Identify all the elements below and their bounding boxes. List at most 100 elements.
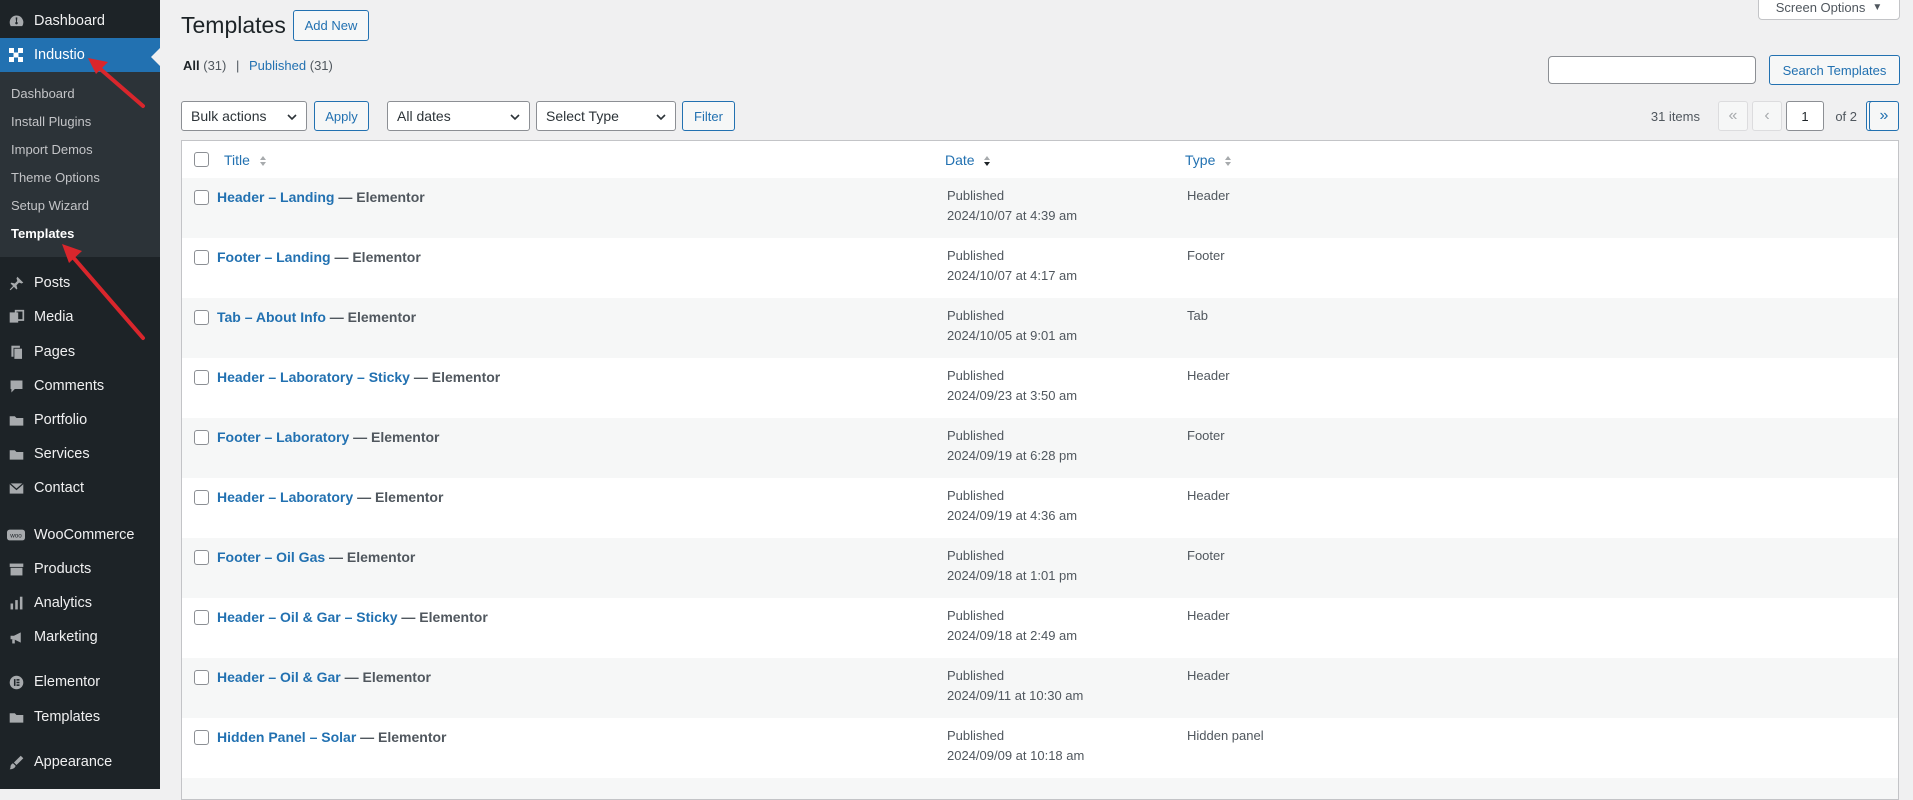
apply-button[interactable]: Apply — [314, 101, 369, 131]
view-all[interactable]: All — [183, 58, 200, 73]
type-select[interactable]: Select Type — [536, 101, 676, 131]
select-all-checkbox[interactable] — [194, 152, 209, 167]
column-date[interactable]: Date — [945, 152, 991, 168]
view-separator: | — [236, 58, 240, 73]
row-status: Published — [947, 728, 1005, 743]
sidebar-item-comments[interactable]: Comments — [0, 369, 160, 403]
sidebar-item-woocommerce[interactable]: woo WooCommerce — [0, 518, 160, 552]
row-type: Header — [1187, 488, 1230, 503]
screen-options-button[interactable]: Screen Options ▼ — [1758, 0, 1900, 20]
row-status: Published — [947, 248, 1005, 263]
submenu-item-setup-wizard[interactable]: Setup Wizard — [11, 198, 89, 213]
chevron-down-icon — [510, 114, 520, 121]
row-title-link[interactable]: Tab – About Info — [217, 309, 326, 325]
row-type: Header — [1187, 188, 1230, 203]
sidebar-item-analytics[interactable]: Analytics — [0, 586, 160, 620]
sort-icon — [259, 156, 266, 167]
row-type: Footer — [1187, 428, 1225, 443]
row-status: Published — [947, 548, 1005, 563]
archive-icon — [7, 560, 25, 578]
row-title-suffix: — Elementor — [344, 669, 431, 685]
row-title-link[interactable]: Header – Landing — [217, 189, 334, 205]
bulk-actions-select[interactable]: Bulk actions — [181, 101, 307, 131]
row-title-suffix: — Elementor — [413, 369, 501, 385]
submenu-item-theme-options[interactable]: Theme Options — [11, 170, 100, 185]
sidebar-item-dashboard[interactable]: Dashboard — [0, 4, 160, 38]
search-templates-button[interactable]: Search Templates — [1769, 55, 1900, 85]
sidebar-item-label: Industio — [34, 47, 85, 63]
row-checkbox[interactable] — [194, 250, 209, 265]
row-title-suffix: — Elementor — [357, 489, 444, 505]
row-title-link[interactable]: Footer – Oil Gas — [217, 549, 325, 565]
sidebar-item-label: Media — [34, 309, 74, 325]
column-title[interactable]: Title — [224, 152, 267, 168]
sidebar-item-elementor[interactable]: Elementor — [0, 665, 160, 699]
row-title-link[interactable]: Footer – Laboratory — [217, 429, 349, 445]
row-status: Published — [947, 308, 1005, 323]
row-title-link[interactable]: Header – Oil & Gar – Sticky — [217, 609, 398, 625]
media-icon — [7, 308, 25, 326]
row-title-link[interactable]: Footer – Landing — [217, 249, 331, 265]
row-type: Hidden panel — [1187, 728, 1264, 743]
svg-text:woo: woo — [9, 533, 22, 540]
templates-table: Title Date Type Header – Landing — Eleme… — [181, 140, 1899, 800]
sidebar-item-services[interactable]: Services — [0, 437, 160, 471]
row-type: Header — [1187, 368, 1230, 383]
sidebar-item-pages[interactable]: Pages — [0, 335, 160, 369]
sidebar-item-templates[interactable]: Templates — [0, 700, 160, 734]
submenu-item-install-plugins[interactable]: Install Plugins — [11, 114, 91, 129]
sidebar-item-marketing[interactable]: Marketing — [0, 620, 160, 654]
column-type[interactable]: Type — [1185, 152, 1232, 168]
view-published[interactable]: Published — [249, 58, 306, 73]
row-checkbox[interactable] — [194, 430, 209, 445]
sort-desc-icon — [984, 156, 991, 167]
row-checkbox[interactable] — [194, 670, 209, 685]
row-type: Header — [1187, 668, 1230, 683]
row-date: 2024/09/19 at 6:28 pm — [947, 448, 1078, 463]
active-indicator — [151, 48, 160, 66]
bulk-actions-value: Bulk actions — [191, 108, 267, 124]
row-date: 2024/10/07 at 4:39 am — [947, 208, 1078, 223]
row-checkbox[interactable] — [194, 490, 209, 505]
pin-icon — [7, 274, 25, 292]
view-all-count: (31) — [203, 58, 227, 73]
row-checkbox[interactable] — [194, 610, 209, 625]
row-checkbox[interactable] — [194, 550, 209, 565]
current-page-input[interactable]: 1 — [1786, 101, 1824, 131]
filter-button[interactable]: Filter — [682, 101, 735, 131]
sidebar-item-posts[interactable]: Posts — [0, 266, 160, 300]
row-title-link[interactable]: Hidden Panel – Solar — [217, 729, 356, 745]
folder-icon — [7, 445, 25, 463]
admin-sidebar: Dashboard Industio Dashboard Install Plu… — [0, 0, 160, 789]
row-date: 2024/10/05 at 9:01 am — [947, 328, 1078, 343]
last-page-button[interactable]: » — [1869, 101, 1899, 131]
sidebar-item-contact[interactable]: Contact — [0, 471, 160, 505]
row-checkbox[interactable] — [194, 730, 209, 745]
sidebar-item-label: Portfolio — [34, 412, 88, 428]
row-checkbox[interactable] — [194, 190, 209, 205]
submenu-item-import-demos[interactable]: Import Demos — [11, 142, 93, 157]
sidebar-item-label: Analytics — [34, 595, 93, 611]
items-count: 31 items — [1650, 109, 1700, 124]
sidebar-item-media[interactable]: Media — [0, 300, 160, 334]
row-status: Published — [947, 188, 1005, 203]
add-new-button[interactable]: Add New — [293, 10, 369, 41]
row-title-link[interactable]: Header – Laboratory — [217, 489, 353, 505]
sidebar-item-products[interactable]: Products — [0, 552, 160, 586]
sidebar-item-label: Elementor — [34, 674, 101, 690]
prev-page-button[interactable]: ‹ — [1752, 101, 1782, 131]
first-page-button[interactable]: « — [1718, 101, 1748, 131]
row-checkbox[interactable] — [194, 370, 209, 385]
row-title-link[interactable]: Header – Laboratory – Sticky — [217, 369, 410, 385]
sidebar-item-portfolio[interactable]: Portfolio — [0, 403, 160, 437]
search-input[interactable] — [1548, 56, 1756, 84]
submenu-item-templates[interactable]: Templates — [11, 226, 74, 241]
row-checkbox[interactable] — [194, 310, 209, 325]
row-title-link[interactable]: Header – Oil & Gar — [217, 669, 341, 685]
dates-select[interactable]: All dates — [387, 101, 530, 131]
sidebar-item-appearance[interactable]: Appearance — [0, 745, 160, 779]
status-views: All (31) | Published (31) — [183, 58, 333, 73]
submenu-item-dashboard[interactable]: Dashboard — [11, 86, 75, 101]
sidebar-item-industio[interactable]: Industio — [0, 38, 160, 72]
table-row: Footer – Oil Gas — Elementor Published 2… — [182, 538, 1898, 598]
